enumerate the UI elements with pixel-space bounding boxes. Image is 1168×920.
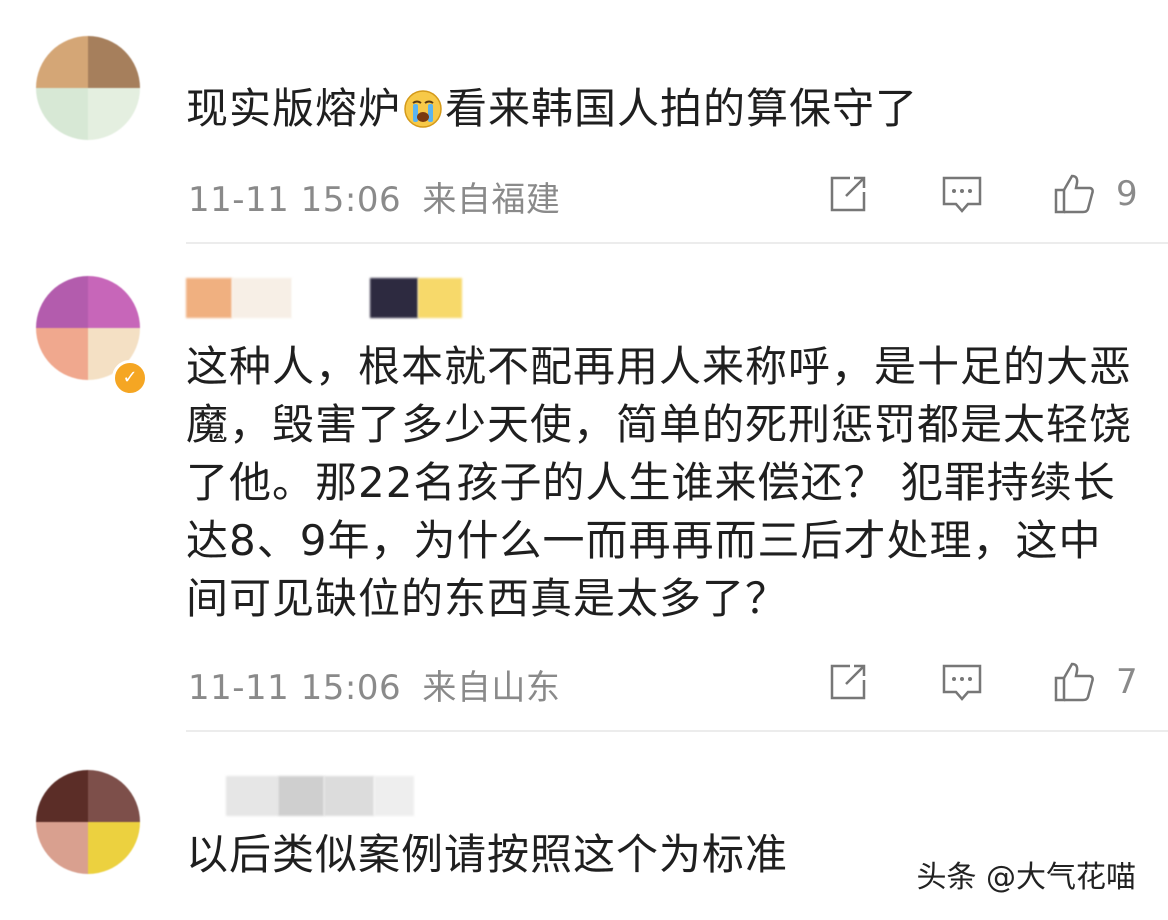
comment-text: 这种人，根本就不配再用人来称呼，是十足的大恶魔，毁害了多少天使，简单的死刑惩罚都… (186, 342, 1133, 623)
username[interactable] (186, 278, 462, 318)
comment-meta: 11-11 15:06 来自山东 (188, 660, 560, 709)
comment-actions: 9 (826, 172, 1146, 220)
share-icon[interactable] (826, 172, 870, 216)
comment-location: 来自山东 (422, 668, 561, 708)
crying-face-icon (404, 90, 442, 128)
like-count: 7 (1116, 662, 1138, 702)
like-icon[interactable] (1052, 172, 1096, 216)
comment-meta: 11-11 15:06 来自福建 (188, 172, 560, 221)
like-count: 9 (1116, 174, 1138, 214)
verified-badge-icon: ✓ (112, 360, 148, 396)
avatar[interactable] (36, 770, 140, 874)
comment-text: 现实版熔炉 看来韩国人拍的算保守了 (186, 80, 1138, 138)
username[interactable] (186, 776, 414, 816)
divider (186, 242, 1168, 244)
comment-location: 来自福建 (422, 180, 561, 220)
divider (186, 730, 1168, 732)
comment-actions: 7 (826, 660, 1146, 708)
comment-icon[interactable] (940, 660, 984, 704)
like-icon[interactable] (1052, 660, 1096, 704)
watermark: 头条 @大气花喵 (912, 852, 1140, 896)
comment-icon[interactable] (940, 172, 984, 216)
comment-time: 11-11 15:06 (188, 180, 402, 220)
share-icon[interactable] (826, 660, 870, 704)
comment-time: 11-11 15:06 (188, 668, 402, 708)
avatar[interactable] (36, 36, 140, 140)
comment-text-part: 现实版熔炉 (186, 84, 402, 133)
comment-text-part: 看来韩国人拍的算保守了 (445, 84, 919, 133)
